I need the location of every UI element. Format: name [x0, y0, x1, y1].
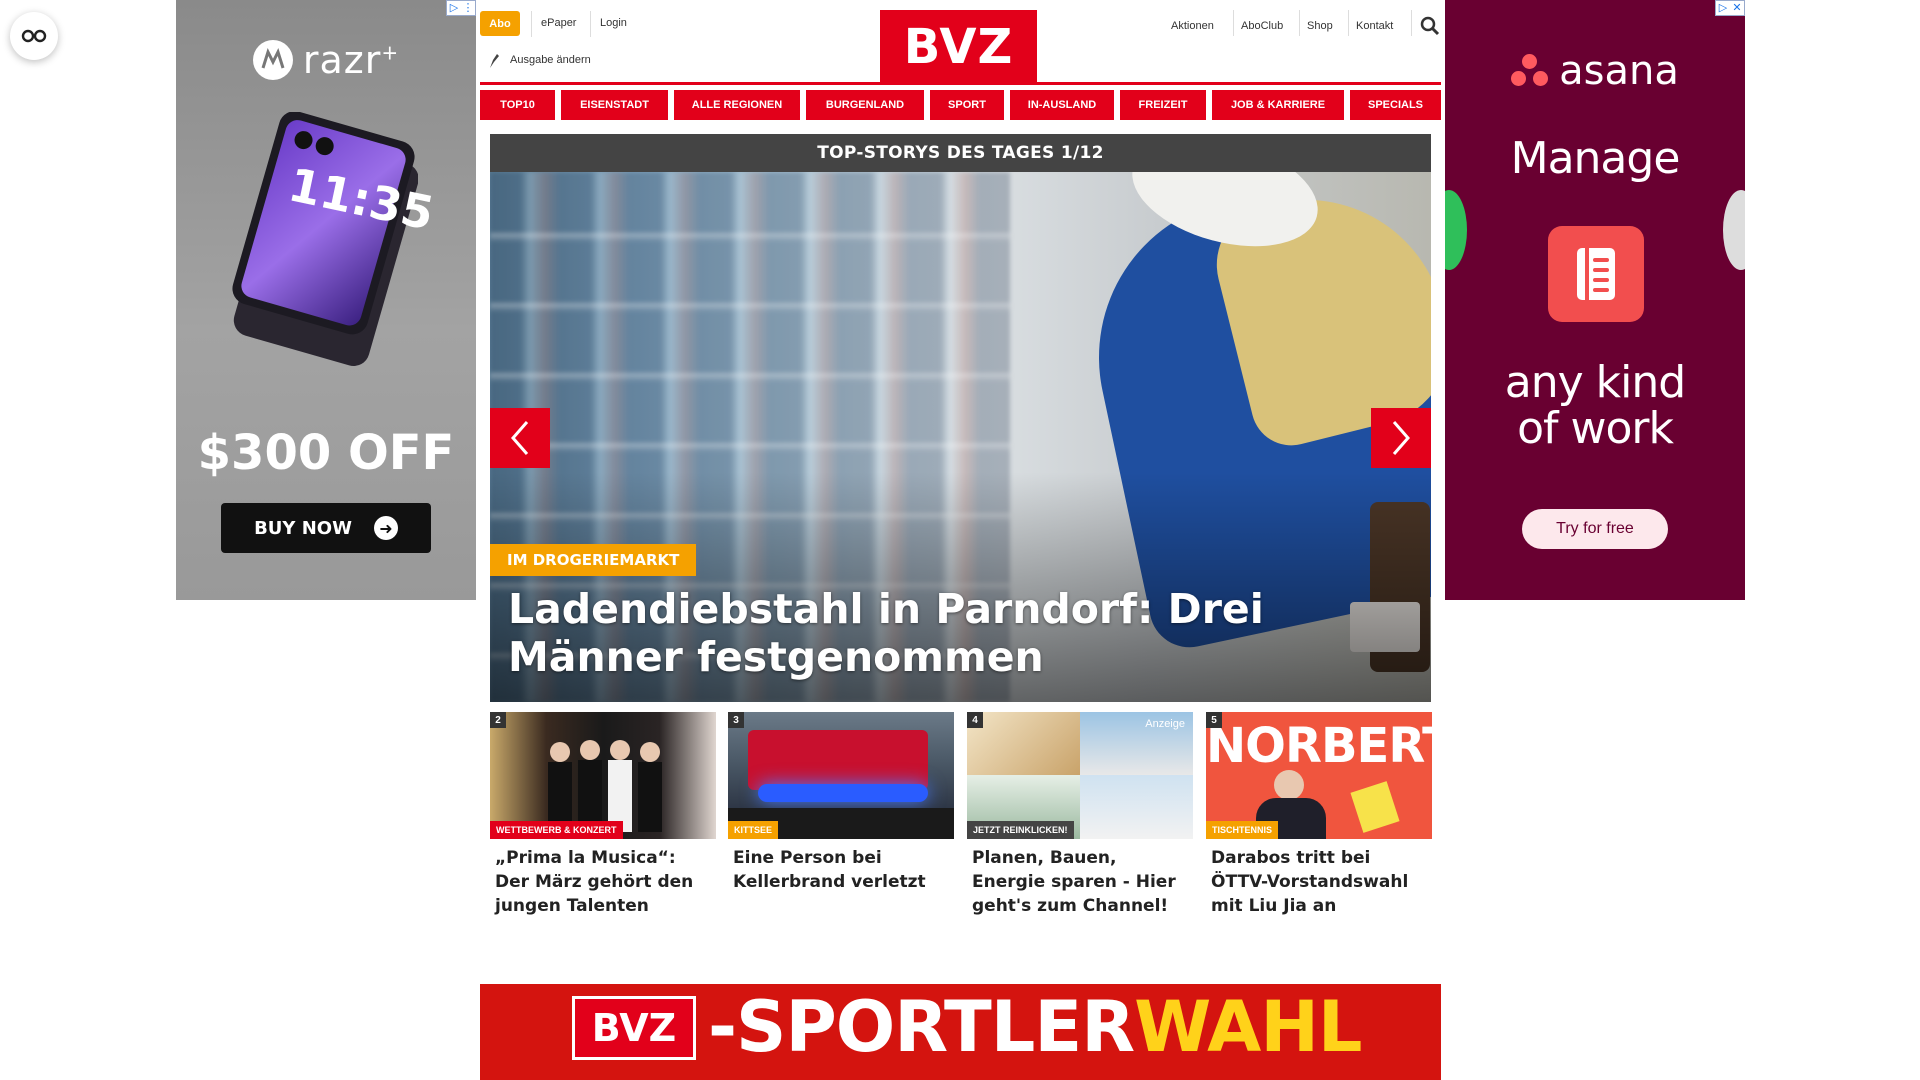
story-image[interactable]: Anzeige 4 JETZT REINKLICKEN!	[967, 712, 1193, 839]
motorola-ad[interactable]: ▷ ⋮ razr+ 11:35 $300 OFF BUY NOW ➜	[176, 0, 476, 600]
nav-alle-regionen[interactable]: ALLE REGIONEN	[674, 90, 800, 120]
story-number: 2	[490, 712, 506, 728]
glasses-icon	[21, 29, 47, 43]
nav-specials[interactable]: SPECIALS	[1350, 90, 1441, 120]
carousel-next-button[interactable]	[1371, 408, 1431, 468]
arrow-right-icon: ➜	[373, 516, 398, 540]
sponsored-badge: Anzeige	[1145, 718, 1185, 730]
asana-ad[interactable]: ▷ ✕ asana Manage any kind of work Try for …	[1445, 0, 1745, 600]
nav-sport[interactable]: SPORT	[930, 90, 1004, 120]
buy-now-button[interactable]: BUY NOW ➜	[221, 503, 431, 553]
story-title[interactable]: Planen, Bauen, Energie sparen - Hier geh…	[967, 839, 1193, 918]
story-card[interactable]: Anzeige 4 JETZT REINKLICKEN! Planen, Bau…	[967, 712, 1193, 918]
search-icon[interactable]	[1420, 16, 1440, 41]
nav-freizeit[interactable]: FREIZEIT	[1120, 90, 1206, 120]
story-card[interactable]: NORBERT 5 TISCHTENNIS Darabos tritt bei …	[1206, 712, 1432, 918]
ad-choices[interactable]: ▷ ⋮	[446, 0, 476, 16]
story-image[interactable]: 3 KITTSEE	[728, 712, 954, 839]
hero-headline[interactable]: Ladendiebstahl in Parndorf: Drei Männer …	[508, 585, 1408, 681]
nav-link-aboclub[interactable]: AboClub	[1241, 20, 1283, 32]
ad-close-icon[interactable]: ✕	[1730, 1, 1744, 15]
divider	[1348, 10, 1349, 36]
divider	[1299, 10, 1300, 36]
banner-logo: BVZ	[572, 996, 696, 1060]
ad-brand-row: razr+	[176, 38, 476, 82]
story-title[interactable]: Eine Person bei Kellerbrand verletzt	[728, 839, 954, 894]
try-for-free-button[interactable]: Try for free	[1522, 509, 1668, 549]
story-kicker: TISCHTENNIS	[1206, 821, 1279, 839]
nav-link-aktionen[interactable]: Aktionen	[1171, 20, 1214, 32]
adchoices-icon[interactable]: ▷	[447, 1, 461, 15]
story-title[interactable]: Darabos tritt bei ÖTTV-Vorstandswahl mit…	[1206, 839, 1432, 918]
adchoices-icon[interactable]: ▷	[1716, 1, 1730, 15]
phone-image: 11:35	[218, 111, 438, 372]
asana-brand-name: asana	[1559, 48, 1679, 94]
nav-in-ausland[interactable]: IN-AUSLAND	[1010, 90, 1114, 120]
login-link[interactable]: Login	[600, 17, 627, 29]
pin-icon	[490, 54, 499, 68]
ad-close-icon[interactable]: ⋮	[461, 1, 475, 15]
divider	[1233, 10, 1234, 36]
nav-burgenland[interactable]: BURGENLAND	[806, 90, 924, 120]
story-image[interactable]: NORBERT 5 TISCHTENNIS	[1206, 712, 1432, 839]
epaper-link[interactable]: ePaper	[541, 17, 576, 29]
asana-logo: asana	[1445, 48, 1745, 94]
nav-eisenstadt[interactable]: EISENSTADT	[561, 90, 668, 120]
nav-top10[interactable]: TOP10	[480, 90, 555, 120]
sportlerwahl-banner[interactable]: BVZ -SPORTLERWAHL	[480, 984, 1441, 1080]
story-card[interactable]: 3 KITTSEE Eine Person bei Kellerbrand ve…	[728, 712, 954, 894]
image-text: NORBERT	[1206, 718, 1432, 774]
top-stories-header: TOP-STORYS DES TAGES 1/12	[490, 134, 1431, 172]
story-number: 3	[728, 712, 744, 728]
story-number: 4	[967, 712, 983, 728]
story-title[interactable]: „Prima la Musica“: Der März gehört den j…	[490, 839, 716, 918]
abo-button[interactable]: Abo	[480, 11, 520, 36]
story-kicker: WETTBEWERB & KONZERT	[490, 821, 623, 839]
header-divider	[480, 82, 1441, 85]
story-image[interactable]: 2 WETTBEWERB & KONZERT	[490, 712, 716, 839]
carousel-prev-button[interactable]	[490, 408, 550, 468]
nav-job-karriere[interactable]: JOB & KARRIERE	[1212, 90, 1344, 120]
ad-tagline: any kind of work	[1504, 357, 1686, 454]
divider	[590, 11, 591, 37]
ad-choices-right[interactable]: ▷ ✕	[1715, 0, 1745, 16]
ad-brand-name: razr+	[302, 38, 400, 82]
asana-dots-icon	[1511, 54, 1549, 88]
story-card[interactable]: 2 WETTBEWERB & KONZERT „Prima la Musica“…	[490, 712, 716, 918]
edition-switch[interactable]: Ausgabe ändern	[488, 52, 591, 68]
banner-title: -SPORTLERWAHL	[708, 986, 1363, 1068]
decorative-shape	[1723, 190, 1745, 270]
notebook-icon	[1548, 226, 1644, 322]
buy-now-label: BUY NOW	[254, 517, 352, 539]
nav-link-shop[interactable]: Shop	[1307, 20, 1333, 32]
chevron-right-icon	[1392, 421, 1410, 455]
decorative-shape	[1445, 190, 1467, 270]
main-navigation: TOP10 EISENSTADT ALLE REGIONEN BURGENLAN…	[480, 90, 1441, 120]
chevron-left-icon	[511, 421, 529, 455]
divider	[531, 11, 532, 37]
reader-mode-button[interactable]	[10, 12, 58, 60]
ad-offer: $300 OFF	[197, 425, 455, 481]
story-kicker: JETZT REINKLICKEN!	[967, 821, 1074, 839]
story-number: 5	[1206, 712, 1222, 728]
motorola-logo-icon	[252, 40, 293, 80]
edition-label: Ausgabe ändern	[510, 54, 591, 66]
hero-kicker[interactable]: IM DROGERIEMARKT	[490, 544, 697, 576]
divider	[1411, 10, 1412, 36]
nav-link-kontakt[interactable]: Kontakt	[1356, 20, 1393, 32]
story-kicker: KITTSEE	[728, 821, 779, 839]
ad-headline: Manage	[1510, 133, 1681, 184]
bvz-logo[interactable]: BVZ	[880, 10, 1037, 84]
